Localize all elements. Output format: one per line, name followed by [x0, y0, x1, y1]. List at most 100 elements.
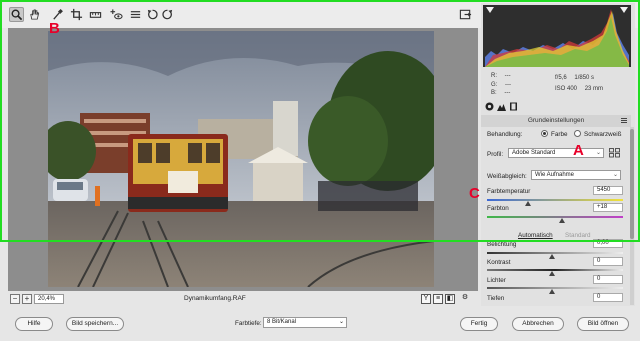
- profile-select[interactable]: Adobe Standard ⌄: [508, 148, 604, 158]
- zoom-tool[interactable]: [9, 7, 24, 22]
- red-eye-tool[interactable]: [109, 7, 124, 22]
- annotation-b: B: [49, 20, 60, 37]
- image-canvas[interactable]: [8, 28, 478, 291]
- bottom-bar: Hilfe Bild speichern... Farbtiefe: 8 Bit…: [0, 310, 640, 341]
- temperature-value[interactable]: 5450: [593, 186, 623, 195]
- status-bar: − + 20,4% Dynamikumfang.RAF Y ≡ ◧ ⚙: [8, 292, 478, 306]
- export-button[interactable]: [458, 7, 473, 22]
- focal-length-value: 23 mm: [584, 86, 604, 92]
- crop-tool[interactable]: [69, 7, 84, 22]
- contrast-label: Kontrast: [487, 259, 511, 266]
- mountain-icon: [497, 104, 506, 111]
- right-panel: R: --- G: --- B: --- f/5,6 1/850 s ISO 4…: [481, 3, 635, 306]
- shadow-clipping-icon: [486, 7, 494, 13]
- default-button[interactable]: Standard: [565, 232, 591, 239]
- tab-effects[interactable]: [509, 102, 518, 111]
- exposure-slider-thumb[interactable]: [549, 254, 555, 259]
- aperture-value: f/5,6: [555, 75, 567, 81]
- white-balance-select[interactable]: Wie Aufnahme ⌄: [531, 170, 621, 180]
- temperature-slider-thumb[interactable]: [524, 201, 531, 206]
- tint-slider[interactable]: [487, 216, 623, 218]
- profile-value: Adobe Standard: [512, 150, 556, 156]
- tint-label: Farbton: [487, 205, 509, 212]
- treatment-color-radio[interactable]: [541, 130, 548, 137]
- before-after-button[interactable]: ≡: [433, 294, 443, 304]
- cancel-button[interactable]: Abbrechen: [512, 317, 564, 331]
- file-name: Dynamikumfang.RAF: [184, 295, 246, 302]
- panel-scrollbar[interactable]: [630, 127, 634, 305]
- zoom-out-button[interactable]: −: [10, 294, 20, 304]
- section-title: Grundeinstellungen: [527, 117, 585, 124]
- list-icon: [130, 11, 141, 18]
- zoom-in-button[interactable]: +: [22, 294, 32, 304]
- highlights-slider-thumb[interactable]: [549, 289, 555, 294]
- tab-basic[interactable]: [485, 102, 494, 111]
- save-image-button[interactable]: Bild speichern...: [66, 317, 124, 331]
- rotate-right-tool[interactable]: [160, 7, 175, 22]
- profile-browser-button[interactable]: [609, 148, 620, 158]
- profile-label: Profil:: [487, 151, 504, 158]
- aperture-icon: [485, 102, 494, 111]
- contrast-slider-thumb[interactable]: [549, 271, 555, 276]
- treatment-bw-label: Schwarzweiß: [584, 131, 622, 138]
- highlights-slider[interactable]: [487, 287, 623, 289]
- chevron-down-icon: ⌄: [338, 319, 344, 325]
- shadows-value[interactable]: 0: [593, 293, 623, 302]
- rotate-left-tool[interactable]: [145, 7, 160, 22]
- view-toggle-button[interactable]: Y: [421, 294, 431, 304]
- straighten-tool[interactable]: [88, 7, 103, 22]
- temperature-label: Farbtemperatur: [487, 188, 531, 195]
- g-value: ---: [505, 81, 512, 88]
- contrast-value[interactable]: 0: [593, 257, 623, 266]
- highlights-value[interactable]: 0: [593, 275, 623, 284]
- chevron-down-icon: ⌄: [595, 150, 601, 156]
- hand-icon: [30, 9, 40, 20]
- histogram: [483, 5, 631, 67]
- iso-value: ISO 400: [555, 86, 578, 92]
- done-button[interactable]: Fertig: [460, 317, 498, 331]
- white-balance-label: Weißabgleich:: [487, 173, 527, 180]
- preferences-tool[interactable]: [128, 7, 143, 22]
- treatment-bw-radio[interactable]: [574, 130, 581, 137]
- zoom-level-select[interactable]: 20,4%: [34, 294, 64, 304]
- g-label: G:: [491, 81, 498, 88]
- color-depth-value: 8 Bit/Kanal: [267, 319, 297, 325]
- b-value: ---: [504, 90, 511, 96]
- hand-tool[interactable]: [27, 7, 42, 22]
- white-balance-value: Wie Aufnahme: [535, 172, 575, 178]
- tint-value[interactable]: +18: [593, 203, 623, 212]
- view-settings-button[interactable]: ⚙: [460, 294, 470, 304]
- export-icon: [459, 9, 472, 20]
- open-image-button[interactable]: Bild öffnen: [577, 317, 629, 331]
- plus-eye-icon: [110, 9, 123, 20]
- section-header: Grundeinstellungen: [481, 115, 631, 127]
- tab-detail[interactable]: [497, 102, 506, 111]
- panel-menu-icon[interactable]: [621, 118, 627, 123]
- temperature-slider[interactable]: [487, 199, 623, 201]
- contrast-slider[interactable]: [487, 269, 623, 271]
- shadows-label: Tiefen: [487, 295, 505, 302]
- magnifier-icon: [11, 9, 23, 21]
- level-icon: [89, 12, 102, 18]
- tint-slider-thumb[interactable]: [558, 218, 565, 223]
- annotation-a: A: [573, 142, 584, 159]
- r-label: R:: [491, 73, 497, 79]
- help-button[interactable]: Hilfe: [15, 317, 53, 331]
- auto-button[interactable]: Automatisch: [518, 232, 553, 239]
- pixel-readout: R: --- G: --- B: --- f/5,6 1/850 s ISO 4…: [485, 70, 631, 100]
- crop-icon: [70, 8, 83, 21]
- annotation-c: C: [469, 185, 480, 202]
- panel-tabs: [483, 101, 631, 113]
- scrollbar-thumb[interactable]: [630, 129, 634, 239]
- color-depth-select[interactable]: 8 Bit/Kanal ⌄: [263, 317, 347, 328]
- histogram-graph: [485, 7, 629, 67]
- highlights-label: Lichter: [487, 277, 506, 284]
- treatment-label: Behandlung:: [487, 131, 523, 138]
- shutter-value: 1/850 s: [574, 75, 595, 81]
- rotate-cw-icon: [162, 9, 173, 20]
- swap-view-button[interactable]: ◧: [445, 294, 455, 304]
- rotate-ccw-icon: [147, 9, 158, 20]
- highlight-clipping-icon: [620, 7, 628, 13]
- exposure-slider[interactable]: [487, 252, 623, 254]
- exposure-value[interactable]: 0,00: [593, 239, 623, 248]
